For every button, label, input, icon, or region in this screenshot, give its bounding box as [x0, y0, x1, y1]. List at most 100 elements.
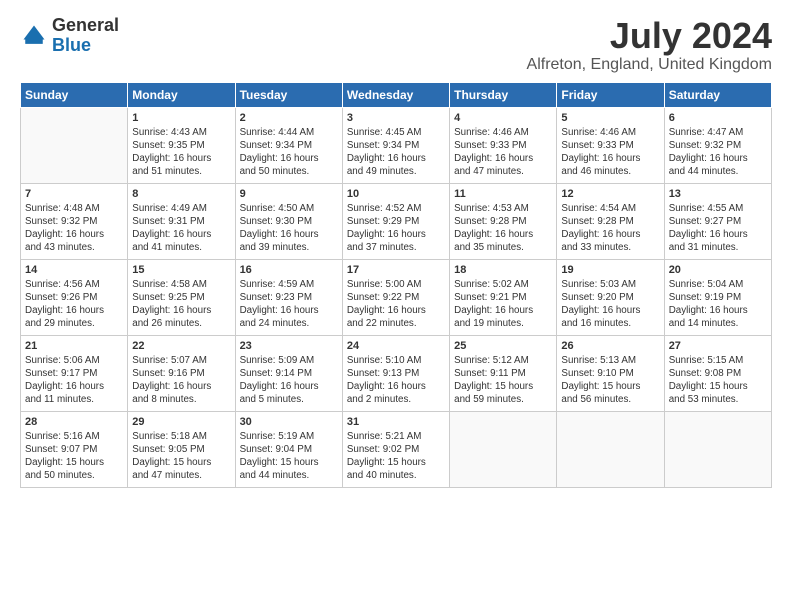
- day-info: Sunrise: 5:12 AM Sunset: 9:11 PM Dayligh…: [454, 355, 552, 406]
- day-number: 13: [669, 187, 767, 202]
- table-row: 2Sunrise: 4:44 AM Sunset: 9:34 PM Daylig…: [235, 107, 342, 183]
- table-row: 27Sunrise: 5:15 AM Sunset: 9:08 PM Dayli…: [664, 335, 771, 411]
- table-row: 16Sunrise: 4:59 AM Sunset: 9:23 PM Dayli…: [235, 259, 342, 335]
- day-number: 25: [454, 339, 552, 354]
- day-number: 19: [561, 263, 659, 278]
- day-number: 12: [561, 187, 659, 202]
- day-info: Sunrise: 4:46 AM Sunset: 9:33 PM Dayligh…: [454, 127, 552, 178]
- header: General Blue July 2024 Alfreton, England…: [20, 16, 772, 74]
- day-info: Sunrise: 4:49 AM Sunset: 9:31 PM Dayligh…: [132, 203, 230, 254]
- day-info: Sunrise: 4:54 AM Sunset: 9:28 PM Dayligh…: [561, 203, 659, 254]
- day-info: Sunrise: 4:55 AM Sunset: 9:27 PM Dayligh…: [669, 203, 767, 254]
- header-row: Sunday Monday Tuesday Wednesday Thursday…: [21, 82, 772, 107]
- day-info: Sunrise: 5:18 AM Sunset: 9:05 PM Dayligh…: [132, 431, 230, 482]
- day-info: Sunrise: 5:04 AM Sunset: 9:19 PM Dayligh…: [669, 279, 767, 330]
- day-info: Sunrise: 5:09 AM Sunset: 9:14 PM Dayligh…: [240, 355, 338, 406]
- day-info: Sunrise: 4:53 AM Sunset: 9:28 PM Dayligh…: [454, 203, 552, 254]
- day-info: Sunrise: 4:44 AM Sunset: 9:34 PM Dayligh…: [240, 127, 338, 178]
- day-info: Sunrise: 5:13 AM Sunset: 9:10 PM Dayligh…: [561, 355, 659, 406]
- table-row: 17Sunrise: 5:00 AM Sunset: 9:22 PM Dayli…: [342, 259, 449, 335]
- col-thursday: Thursday: [450, 82, 557, 107]
- col-monday: Monday: [128, 82, 235, 107]
- day-info: Sunrise: 5:19 AM Sunset: 9:04 PM Dayligh…: [240, 431, 338, 482]
- day-number: 21: [25, 339, 123, 354]
- day-info: Sunrise: 5:03 AM Sunset: 9:20 PM Dayligh…: [561, 279, 659, 330]
- day-number: 24: [347, 339, 445, 354]
- page: General Blue July 2024 Alfreton, England…: [0, 0, 792, 612]
- day-number: 22: [132, 339, 230, 354]
- day-info: Sunrise: 5:10 AM Sunset: 9:13 PM Dayligh…: [347, 355, 445, 406]
- table-row: 25Sunrise: 5:12 AM Sunset: 9:11 PM Dayli…: [450, 335, 557, 411]
- day-number: 30: [240, 415, 338, 430]
- calendar-week-row: 1Sunrise: 4:43 AM Sunset: 9:35 PM Daylig…: [21, 107, 772, 183]
- day-info: Sunrise: 5:02 AM Sunset: 9:21 PM Dayligh…: [454, 279, 552, 330]
- location-title: Alfreton, England, United Kingdom: [527, 56, 772, 74]
- calendar-week-row: 14Sunrise: 4:56 AM Sunset: 9:26 PM Dayli…: [21, 259, 772, 335]
- day-number: 7: [25, 187, 123, 202]
- calendar-table: Sunday Monday Tuesday Wednesday Thursday…: [20, 82, 772, 488]
- table-row: 11Sunrise: 4:53 AM Sunset: 9:28 PM Dayli…: [450, 183, 557, 259]
- day-info: Sunrise: 4:45 AM Sunset: 9:34 PM Dayligh…: [347, 127, 445, 178]
- table-row: 7Sunrise: 4:48 AM Sunset: 9:32 PM Daylig…: [21, 183, 128, 259]
- day-number: 31: [347, 415, 445, 430]
- logo: General Blue: [20, 16, 119, 56]
- day-info: Sunrise: 4:43 AM Sunset: 9:35 PM Dayligh…: [132, 127, 230, 178]
- day-number: 4: [454, 111, 552, 126]
- table-row: 8Sunrise: 4:49 AM Sunset: 9:31 PM Daylig…: [128, 183, 235, 259]
- table-row: 4Sunrise: 4:46 AM Sunset: 9:33 PM Daylig…: [450, 107, 557, 183]
- day-number: 1: [132, 111, 230, 126]
- day-number: 8: [132, 187, 230, 202]
- table-row: 18Sunrise: 5:02 AM Sunset: 9:21 PM Dayli…: [450, 259, 557, 335]
- day-number: 29: [132, 415, 230, 430]
- table-row: 31Sunrise: 5:21 AM Sunset: 9:02 PM Dayli…: [342, 411, 449, 487]
- day-number: 16: [240, 263, 338, 278]
- day-number: 14: [25, 263, 123, 278]
- calendar-week-row: 28Sunrise: 5:16 AM Sunset: 9:07 PM Dayli…: [21, 411, 772, 487]
- calendar-week-row: 7Sunrise: 4:48 AM Sunset: 9:32 PM Daylig…: [21, 183, 772, 259]
- day-number: 6: [669, 111, 767, 126]
- logo-general: General: [52, 16, 119, 36]
- day-info: Sunrise: 4:59 AM Sunset: 9:23 PM Dayligh…: [240, 279, 338, 330]
- day-number: 20: [669, 263, 767, 278]
- table-row: [557, 411, 664, 487]
- table-row: 29Sunrise: 5:18 AM Sunset: 9:05 PM Dayli…: [128, 411, 235, 487]
- col-saturday: Saturday: [664, 82, 771, 107]
- table-row: 23Sunrise: 5:09 AM Sunset: 9:14 PM Dayli…: [235, 335, 342, 411]
- table-row: 12Sunrise: 4:54 AM Sunset: 9:28 PM Dayli…: [557, 183, 664, 259]
- day-number: 3: [347, 111, 445, 126]
- day-info: Sunrise: 5:15 AM Sunset: 9:08 PM Dayligh…: [669, 355, 767, 406]
- table-row: 26Sunrise: 5:13 AM Sunset: 9:10 PM Dayli…: [557, 335, 664, 411]
- day-info: Sunrise: 5:00 AM Sunset: 9:22 PM Dayligh…: [347, 279, 445, 330]
- day-number: 17: [347, 263, 445, 278]
- day-info: Sunrise: 5:07 AM Sunset: 9:16 PM Dayligh…: [132, 355, 230, 406]
- table-row: 14Sunrise: 4:56 AM Sunset: 9:26 PM Dayli…: [21, 259, 128, 335]
- col-sunday: Sunday: [21, 82, 128, 107]
- table-row: 19Sunrise: 5:03 AM Sunset: 9:20 PM Dayli…: [557, 259, 664, 335]
- day-info: Sunrise: 4:58 AM Sunset: 9:25 PM Dayligh…: [132, 279, 230, 330]
- day-info: Sunrise: 5:16 AM Sunset: 9:07 PM Dayligh…: [25, 431, 123, 482]
- table-row: [450, 411, 557, 487]
- day-number: 11: [454, 187, 552, 202]
- col-wednesday: Wednesday: [342, 82, 449, 107]
- month-title: July 2024: [527, 16, 772, 56]
- table-row: 5Sunrise: 4:46 AM Sunset: 9:33 PM Daylig…: [557, 107, 664, 183]
- table-row: 3Sunrise: 4:45 AM Sunset: 9:34 PM Daylig…: [342, 107, 449, 183]
- table-row: [21, 107, 128, 183]
- logo-icon: [20, 22, 48, 50]
- col-tuesday: Tuesday: [235, 82, 342, 107]
- logo-blue: Blue: [52, 36, 119, 56]
- day-number: 10: [347, 187, 445, 202]
- table-row: 24Sunrise: 5:10 AM Sunset: 9:13 PM Dayli…: [342, 335, 449, 411]
- title-block: July 2024 Alfreton, England, United King…: [527, 16, 772, 74]
- day-number: 28: [25, 415, 123, 430]
- day-info: Sunrise: 4:47 AM Sunset: 9:32 PM Dayligh…: [669, 127, 767, 178]
- logo-text: General Blue: [52, 16, 119, 56]
- day-info: Sunrise: 5:06 AM Sunset: 9:17 PM Dayligh…: [25, 355, 123, 406]
- day-number: 26: [561, 339, 659, 354]
- table-row: 15Sunrise: 4:58 AM Sunset: 9:25 PM Dayli…: [128, 259, 235, 335]
- table-row: 6Sunrise: 4:47 AM Sunset: 9:32 PM Daylig…: [664, 107, 771, 183]
- table-row: 22Sunrise: 5:07 AM Sunset: 9:16 PM Dayli…: [128, 335, 235, 411]
- table-row: 21Sunrise: 5:06 AM Sunset: 9:17 PM Dayli…: [21, 335, 128, 411]
- day-number: 5: [561, 111, 659, 126]
- day-info: Sunrise: 4:46 AM Sunset: 9:33 PM Dayligh…: [561, 127, 659, 178]
